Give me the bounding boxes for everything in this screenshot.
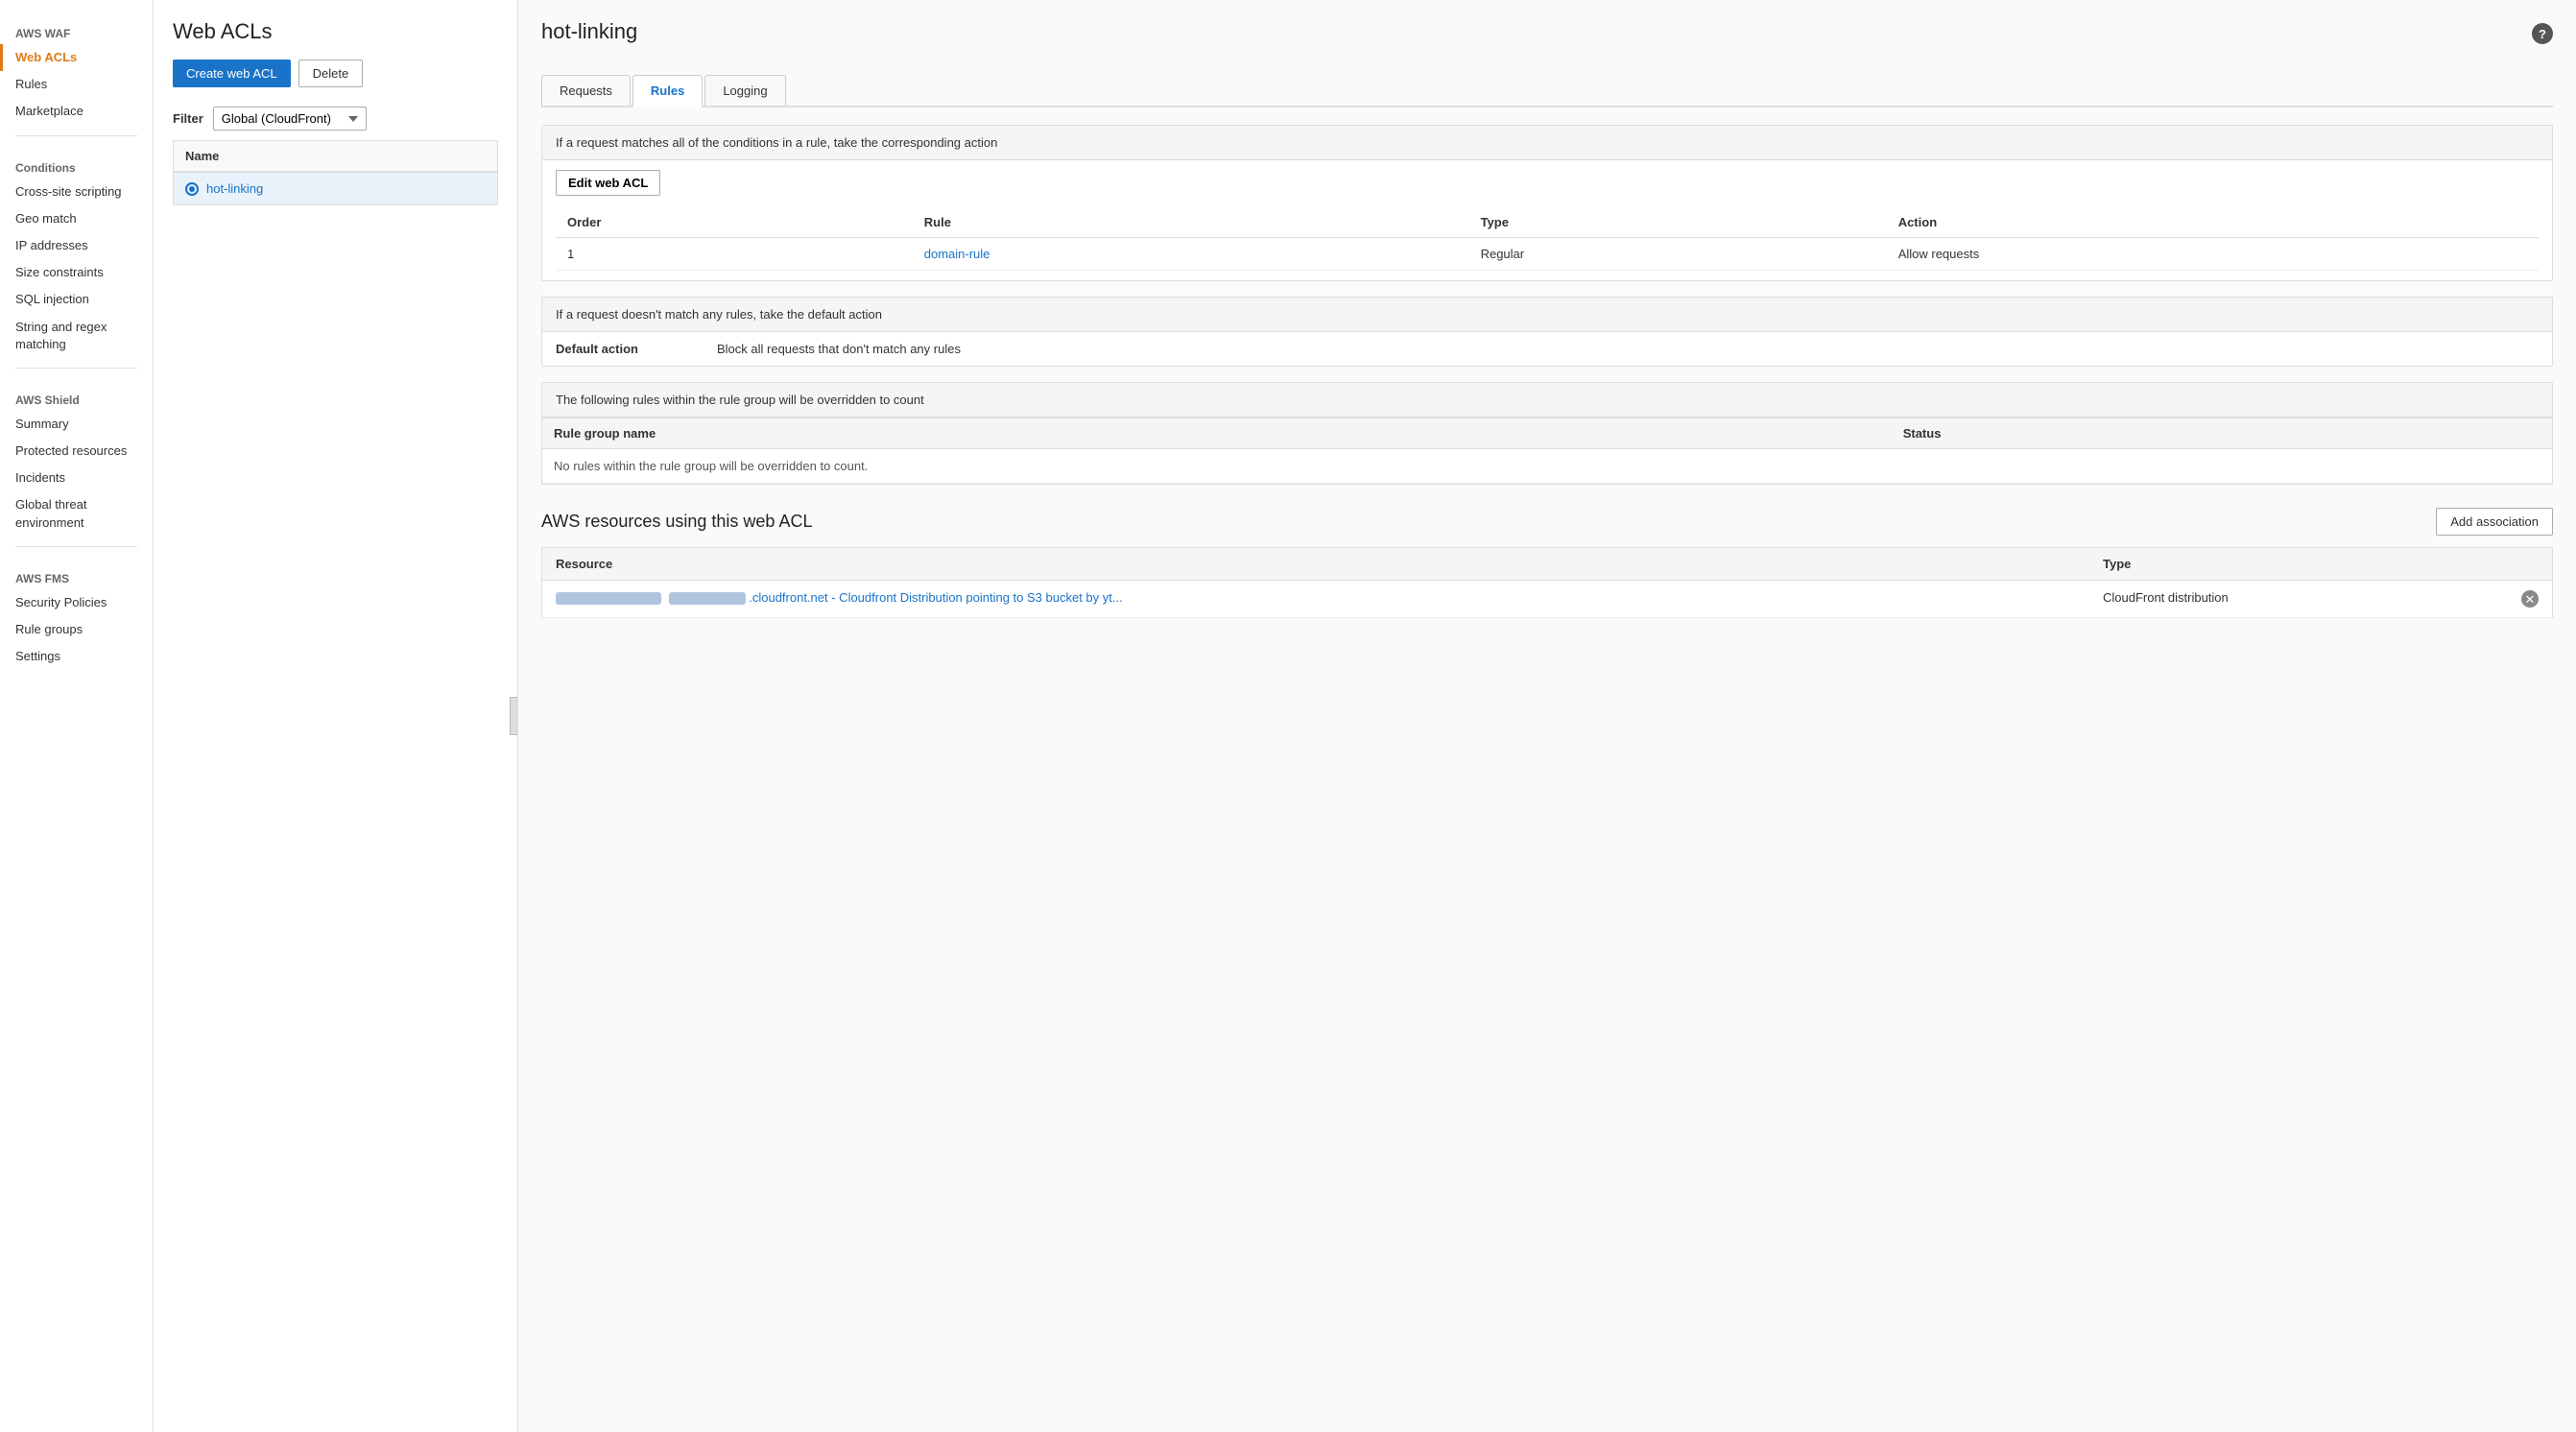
tab-logging[interactable]: Logging [704, 75, 785, 106]
list-panel-title: Web ACLs [173, 19, 498, 44]
list-panel: Web ACLs Create web ACL Delete Filter Gl… [154, 0, 518, 1432]
col-type: Type [1469, 207, 1887, 238]
sidebar-item-sql-injection[interactable]: SQL injection [0, 286, 153, 313]
tab-requests[interactable]: Requests [541, 75, 631, 106]
table-row: 1 domain-rule Regular Allow requests [556, 238, 2539, 271]
sidebar-item-web-acls[interactable]: Web ACLs [0, 44, 153, 71]
resource-cell-link: .cloudfront.net - Cloudfront Distributio… [542, 581, 2089, 618]
divider-3 [15, 546, 137, 547]
col-rule: Rule [913, 207, 1469, 238]
collapse-toggle[interactable]: ‹ [510, 697, 518, 735]
sidebar-item-marketplace[interactable]: Marketplace [0, 98, 153, 125]
rg-empty-message: No rules within the rule group will be o… [542, 449, 2552, 484]
aws-waf-header: AWS WAF [0, 12, 153, 44]
tab-rules[interactable]: Rules [632, 75, 703, 107]
aws-fms-header: AWS FMS [0, 557, 153, 589]
sidebar-item-ip-addresses[interactable]: IP addresses [0, 232, 153, 259]
radio-selected [185, 182, 199, 196]
tabs: Requests Rules Logging [541, 75, 2553, 107]
help-icon[interactable]: ? [2532, 23, 2553, 44]
col-order: Order [556, 207, 913, 238]
sidebar-item-security-policies[interactable]: Security Policies [0, 589, 153, 616]
create-web-acl-button[interactable]: Create web ACL [173, 60, 291, 87]
rules-description: If a request matches all of the conditio… [542, 126, 2552, 160]
resource-table: Resource Type .cloudfront.net - Cloudfro… [541, 547, 2553, 618]
remove-association-button[interactable]: ✕ [2521, 590, 2539, 608]
sidebar-item-incidents[interactable]: Incidents [0, 465, 153, 491]
rule-link[interactable]: domain-rule [924, 247, 990, 261]
sidebar-item-settings[interactable]: Settings [0, 643, 153, 670]
resources-header: AWS resources using this web ACL Add ass… [541, 508, 2553, 536]
default-action-box: If a request doesn't match any rules, ta… [541, 297, 2553, 367]
sidebar-item-geo-match[interactable]: Geo match [0, 205, 153, 232]
table-header: Name [173, 140, 498, 171]
cell-order: 1 [556, 238, 913, 271]
rule-group-description: The following rules within the rule grou… [542, 383, 2552, 418]
sidebar-item-string-regex[interactable]: String and regex matching [0, 314, 153, 358]
cell-rule: domain-rule [913, 238, 1469, 271]
blurred-part-2 [669, 592, 746, 605]
resources-title: AWS resources using this web ACL [541, 512, 812, 532]
acl-link-hot-linking[interactable]: hot-linking [206, 181, 263, 196]
blurred-part-1 [556, 592, 661, 605]
resource-row: .cloudfront.net - Cloudfront Distributio… [542, 581, 2553, 618]
rule-group-table: Rule group name Status No rules within t… [542, 418, 2552, 484]
resource-type-label: CloudFront distribution [2103, 590, 2229, 605]
rg-col-name: Rule group name [542, 418, 1892, 449]
sidebar-item-size-constraints[interactable]: Size constraints [0, 259, 153, 286]
main-content: Web ACLs Create web ACL Delete Filter Gl… [154, 0, 2576, 1432]
rules-info-box: If a request matches all of the conditio… [541, 125, 2553, 281]
sidebar-item-rules[interactable]: Rules [0, 71, 153, 98]
edit-web-acl-button[interactable]: Edit web ACL [556, 170, 660, 196]
acl-list: hot-linking [173, 171, 498, 205]
rules-body: Edit web ACL Order Rule Type Action 1 [542, 160, 2552, 280]
detail-panel: hot-linking ? Requests Rules Logging If … [518, 0, 2576, 1432]
sidebar-item-cross-site-scripting[interactable]: Cross-site scripting [0, 179, 153, 205]
aws-shield-header: AWS Shield [0, 378, 153, 411]
filter-select[interactable]: Global (CloudFront) US East (N. Virginia… [213, 107, 367, 131]
acl-row[interactable]: hot-linking [174, 172, 497, 204]
resource-cell-type: CloudFront distribution ✕ [2089, 581, 2553, 618]
default-action-value: Block all requests that don't match any … [717, 342, 2539, 356]
rg-empty-row: No rules within the rule group will be o… [542, 449, 2552, 484]
resource-link[interactable]: .cloudfront.net - Cloudfront Distributio… [556, 590, 1123, 605]
sidebar-item-global-threat[interactable]: Global threat environment [0, 491, 153, 536]
divider-2 [15, 368, 137, 369]
sidebar-item-rule-groups[interactable]: Rule groups [0, 616, 153, 643]
rule-group-box: The following rules within the rule grou… [541, 382, 2553, 485]
default-action-label: Default action [556, 342, 709, 356]
filter-label: Filter [173, 111, 203, 126]
cell-action: Allow requests [1887, 238, 2539, 271]
sidebar: AWS WAF Web ACLs Rules Marketplace Condi… [0, 0, 154, 1432]
default-action-grid: Default action Block all requests that d… [542, 332, 2552, 366]
filter-row: Filter Global (CloudFront) US East (N. V… [173, 107, 498, 131]
rules-table: Order Rule Type Action 1 domain-rule Reg… [556, 207, 2539, 271]
sidebar-item-summary[interactable]: Summary [0, 411, 153, 438]
cell-type: Regular [1469, 238, 1887, 271]
add-association-button[interactable]: Add association [2436, 508, 2553, 536]
detail-title: hot-linking [541, 19, 637, 44]
delete-button[interactable]: Delete [298, 60, 364, 87]
sidebar-item-protected-resources[interactable]: Protected resources [0, 438, 153, 465]
resource-col-resource: Resource [542, 548, 2089, 581]
toolbar: Create web ACL Delete [173, 60, 498, 87]
default-action-description: If a request doesn't match any rules, ta… [542, 298, 2552, 332]
resource-type-cell: CloudFront distribution ✕ [2103, 590, 2539, 608]
col-action: Action [1887, 207, 2539, 238]
rg-col-status: Status [1892, 418, 2552, 449]
conditions-header: Conditions [0, 146, 153, 179]
resource-col-type: Type [2089, 548, 2553, 581]
divider-1 [15, 135, 137, 136]
